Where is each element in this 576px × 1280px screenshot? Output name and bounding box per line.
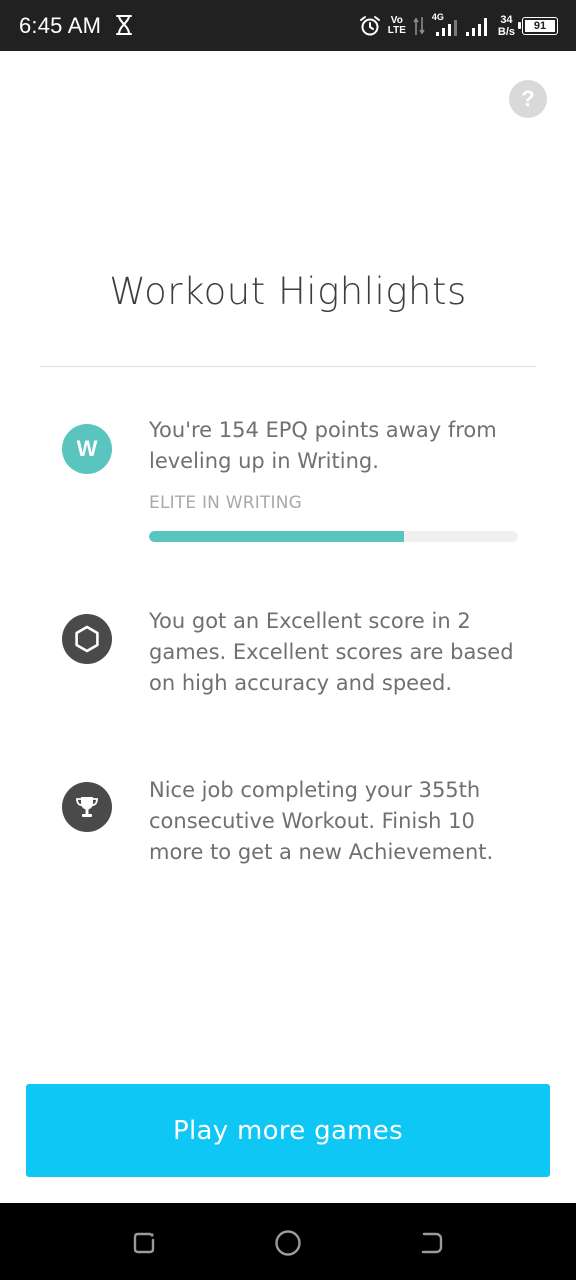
page-title: Workout Highlights	[109, 270, 467, 313]
hourglass-icon	[116, 15, 132, 35]
highlight-text-streak: Nice job completing your 355th consecuti…	[149, 778, 494, 864]
signal-bars-icon-2	[465, 18, 487, 36]
help-icon: ?	[521, 86, 535, 111]
level-progress-fill	[149, 531, 404, 542]
writing-badge-letter: W	[76, 436, 98, 461]
network-speed-unit: B/s	[497, 26, 515, 38]
divider	[40, 366, 536, 367]
trophy-icon	[62, 782, 112, 832]
home-icon[interactable]	[274, 1229, 302, 1257]
volte-indicator: Vo LTE	[388, 16, 406, 36]
status-icons: Vo LTE 4G 34 B/s 91	[359, 9, 558, 43]
trophy-glyph	[76, 797, 98, 817]
level-progress-bar	[149, 531, 518, 542]
status-time: 6:45 AM	[19, 13, 102, 38]
navigation-bar	[0, 1203, 576, 1280]
signal-bars-icon	[435, 20, 457, 36]
status-bar: 6:45 AM Vo LTE 4G 34 B/s 91	[0, 0, 576, 51]
help-button[interactable]: ?	[509, 80, 547, 118]
signal-4g: 4G	[432, 12, 458, 38]
level-label: ELITE IN WRITING	[149, 493, 303, 513]
network-speed: 34 B/s	[498, 14, 515, 38]
back-icon[interactable]	[418, 1229, 446, 1257]
writing-badge-icon: W	[62, 424, 112, 474]
alarm-icon	[359, 16, 380, 36]
highlight-text-excellent: You got an Excellent score in 2 games. E…	[149, 609, 514, 695]
play-more-games-button[interactable]: Play more games	[26, 1084, 550, 1177]
hexagon-icon	[62, 614, 112, 664]
network-speed-value: 34	[500, 14, 513, 26]
play-more-games-label: Play more games	[173, 1115, 403, 1146]
hexagon-glyph	[75, 625, 99, 653]
highlight-text-writing: You're 154 EPQ points away from leveling…	[149, 418, 497, 473]
recent-apps-icon[interactable]	[130, 1229, 158, 1257]
battery-level: 91	[533, 20, 547, 32]
volte-label-bottom: LTE	[387, 25, 406, 36]
battery-icon: 91	[518, 17, 558, 35]
data-arrows-icon	[413, 17, 425, 35]
